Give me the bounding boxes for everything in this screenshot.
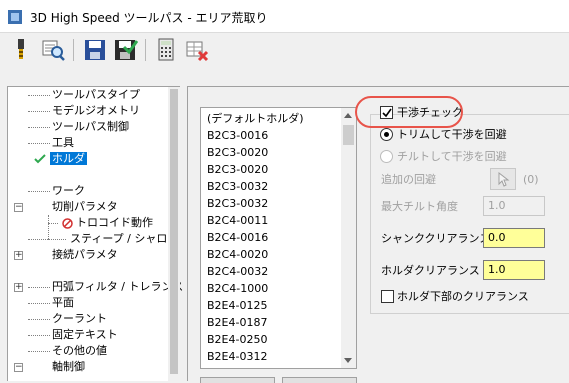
list-item[interactable]: B2E4-0125 — [207, 297, 267, 314]
calculator-icon[interactable] — [153, 37, 179, 63]
holder-bottom-clearance-label[interactable]: ホルダ下部のクリアランス — [397, 290, 529, 304]
scroll-up-icon[interactable] — [344, 113, 352, 118]
pick-button[interactable] — [490, 168, 516, 190]
tree-item-stock[interactable]: ワーク — [52, 183, 85, 199]
max-tilt-field[interactable]: 1.0 — [483, 196, 545, 216]
tree-item-coolant[interactable]: クーラント — [52, 311, 107, 327]
list-scrollbar[interactable] — [341, 108, 356, 368]
collapse-icon[interactable]: − — [14, 203, 23, 212]
save-icon[interactable] — [82, 37, 108, 63]
scrollbar-thumb[interactable] — [170, 89, 178, 374]
list-item[interactable]: B2E4-0250 — [207, 331, 267, 348]
tree-item-planes[interactable]: 平面 — [52, 295, 74, 311]
list-item[interactable]: B2E4-0312 — [207, 348, 267, 365]
tree-scrollbar[interactable] — [168, 87, 180, 382]
list-item[interactable]: B2E4-0187 — [207, 314, 267, 331]
list-action-button[interactable] — [200, 377, 275, 383]
tool-icon[interactable] — [8, 37, 34, 63]
checkmark-icon — [34, 154, 46, 164]
preview-magnifier-icon[interactable] — [40, 37, 66, 63]
tree-item-trochoidal[interactable]: トロコイド動作 — [76, 215, 153, 231]
radio-trim[interactable] — [380, 128, 393, 141]
tree-item-arc-filter[interactable]: 円弧フィルタ / トレランス — [52, 279, 183, 295]
toolbar-separator — [145, 39, 146, 61]
holder-bottom-clearance-checkbox[interactable] — [381, 290, 394, 303]
app-icon — [8, 10, 22, 24]
radio-trim-label[interactable]: トリムして干渉を回避 — [397, 128, 507, 142]
max-tilt-label: 最大チルト角度 — [381, 200, 458, 213]
scroll-down-icon[interactable] — [344, 358, 352, 363]
window-title: 3D High Speed ツールパス - エリア荒取り — [30, 11, 268, 25]
shank-clearance-label: シャンククリアランス — [381, 232, 491, 245]
highlight-ring — [355, 96, 463, 128]
tree-item-linking-params[interactable]: 接続パラメタ — [52, 247, 118, 263]
toolbar-separator — [73, 39, 74, 61]
list-item[interactable]: B2C4-0011 — [207, 212, 268, 229]
tree-item-cut-params[interactable]: 切削パラメタ — [52, 199, 118, 215]
extra-avoid-label: 追加の回避 — [381, 173, 436, 186]
list-item[interactable]: B2C4-0016 — [207, 229, 268, 246]
tree-item-steep-shallow[interactable]: スティープ / シャロー — [70, 231, 178, 247]
expand-icon[interactable]: + — [14, 283, 23, 292]
tree-item-axis-control[interactable]: 軸制御 — [52, 359, 85, 375]
delete-table-icon[interactable] — [184, 37, 210, 63]
list-item[interactable]: (デフォルトホルダ) — [207, 110, 304, 127]
shank-clearance-field[interactable]: 0.0 — [483, 228, 545, 248]
list-action-button[interactable] — [282, 377, 357, 383]
list-item[interactable]: B2C3-0032 — [207, 178, 268, 195]
list-item[interactable]: B2C3-0032 — [207, 195, 268, 212]
tree-item-toolpath-type[interactable]: ツールパスタイプ — [52, 87, 140, 103]
cursor-arrow-icon — [498, 172, 510, 187]
save-green-icon[interactable] — [112, 37, 138, 63]
tree-item-misc-values[interactable]: その他の値 — [52, 343, 107, 359]
radio-tilt[interactable] — [380, 150, 393, 163]
title-bar: 3D High Speed ツールパス - エリア荒取り — [0, 0, 569, 33]
tree-item-toolpath-control[interactable]: ツールパス制御 — [52, 119, 129, 135]
list-item[interactable]: B2C3-0016 — [207, 127, 268, 144]
tree-item-canned-text[interactable]: 固定テキスト — [52, 327, 118, 343]
scrollbar-thumb[interactable] — [343, 125, 354, 145]
list-item[interactable]: B2C4-1000 — [207, 280, 268, 297]
list-item[interactable]: B2C3-0020 — [207, 144, 268, 161]
parameter-tree[interactable]: ツールパスタイプ モデルジオメトリ ツールパス制御 工具 ホルダ ワーク − 切… — [7, 86, 183, 382]
collapse-icon[interactable]: − — [14, 363, 23, 372]
prohibited-icon — [62, 218, 73, 229]
tree-item-holder[interactable]: ホルダ — [50, 151, 87, 167]
holder-clearance-field[interactable]: 1.0 — [483, 260, 545, 280]
holder-clearance-label: ホルダクリアランス — [381, 264, 480, 277]
radio-tilt-label[interactable]: チルトして干渉を回避 — [397, 150, 507, 164]
holder-list[interactable]: (デフォルトホルダ) B2C3-0016 B2C3-0020 B2C3-0020… — [200, 107, 357, 369]
list-item[interactable]: B2C4-0020 — [207, 246, 268, 263]
toolbar — [0, 33, 569, 69]
tree-item-tool[interactable]: 工具 — [52, 135, 74, 151]
list-item[interactable]: B2C4-0032 — [207, 263, 268, 280]
tree-item-model-geometry[interactable]: モデルジオメトリ — [52, 103, 140, 119]
extra-avoid-count: (0) — [523, 173, 539, 186]
list-item[interactable]: B2C3-0020 — [207, 161, 268, 178]
expand-icon[interactable]: + — [14, 251, 23, 260]
